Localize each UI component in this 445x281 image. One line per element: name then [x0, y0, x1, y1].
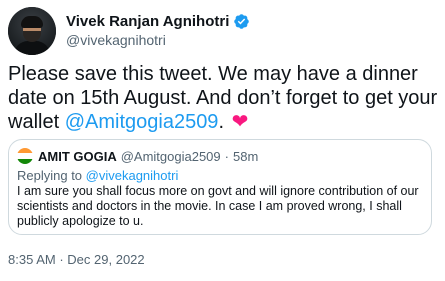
red-heart-emoji-icon: ❤: [231, 111, 249, 133]
timestamp-time: 8:35 AM: [8, 252, 56, 267]
author-display-name[interactable]: Vivek Ranjan Agnihotri: [66, 13, 229, 30]
tweet-text: Please save this tweet. We may have a di…: [8, 62, 438, 134]
avatar-hair: [21, 16, 43, 28]
quoted-meta-separator: ·: [224, 148, 229, 164]
india-flag-avatar-icon[interactable]: [17, 148, 33, 164]
replying-to-mention-link[interactable]: @vivekagnihotri: [86, 168, 179, 183]
quoted-tweet-time[interactable]: 58m: [233, 149, 258, 164]
timestamp-date: Dec 29, 2022: [67, 252, 145, 267]
quoted-replying-to: Replying to @vivekagnihotri: [17, 168, 178, 183]
quoted-tweet-text: I am sure you shall focus more on govt a…: [17, 184, 419, 228]
tweet-timestamp[interactable]: 8:35 AM · Dec 29, 2022: [8, 252, 145, 267]
replying-to-label: Replying to: [17, 168, 86, 183]
author-name-row: Vivek Ranjan Agnihotri: [66, 11, 250, 31]
avatar-shirt: [14, 41, 50, 55]
author-avatar[interactable]: [8, 7, 56, 55]
tweet-card: Vivek Ranjan Agnihotri @vivekagnihotri P…: [0, 0, 445, 281]
quoted-tweet-header: AMIT GOGIA @Amitgogia2509 · 58m: [17, 148, 258, 164]
quoted-tweet[interactable]: AMIT GOGIA @Amitgogia2509 · 58m Replying…: [8, 139, 432, 235]
tweet-text-end: .: [218, 111, 230, 133]
quoted-author-name[interactable]: AMIT GOGIA: [38, 149, 117, 164]
author-handle[interactable]: @vivekagnihotri: [66, 32, 166, 48]
quoted-author-handle[interactable]: @Amitgogia2509: [121, 149, 221, 164]
tweet-mention-link[interactable]: @Amitgogia2509: [65, 111, 219, 133]
timestamp-separator: ·: [59, 252, 64, 267]
verified-badge-icon[interactable]: [233, 13, 250, 30]
